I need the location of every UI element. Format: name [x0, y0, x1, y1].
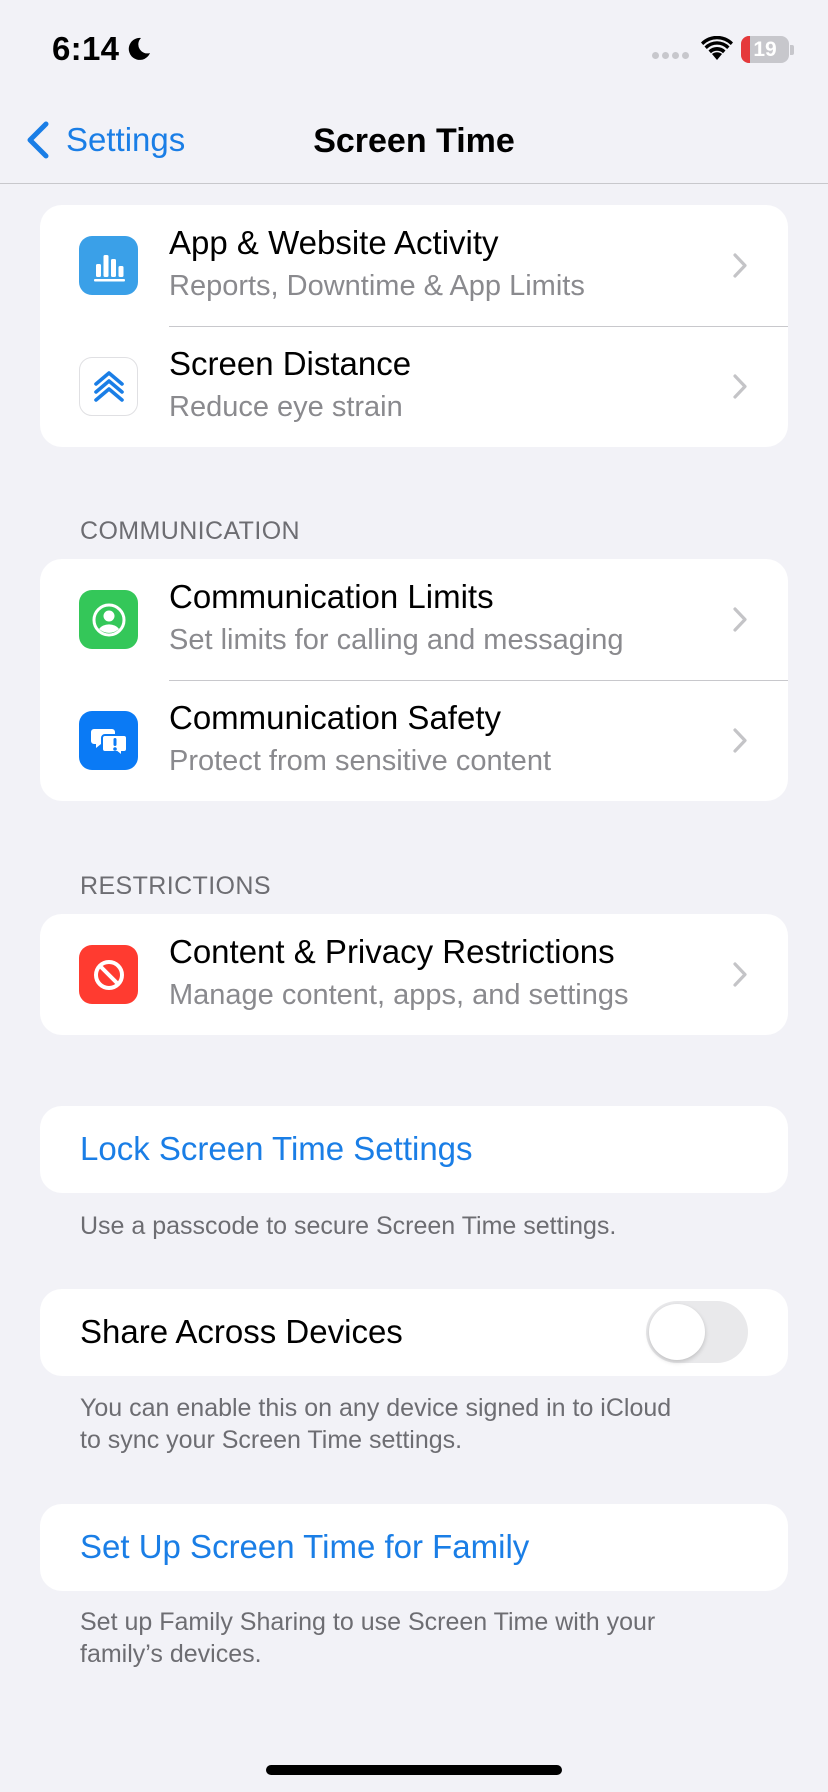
row-title: Communication Limits — [169, 578, 494, 615]
chevron-right-icon — [733, 374, 747, 399]
battery-percent: 19 — [753, 38, 777, 61]
row-title: Screen Distance — [169, 345, 412, 382]
row-subtitle: Reduce eye strain — [169, 391, 403, 423]
communication-group: Communication Limits Set limits for call… — [40, 559, 788, 801]
row-subtitle: Set limits for calling and messaging — [169, 624, 624, 656]
share-across-devices-label: Share Across Devices — [80, 1313, 403, 1350]
activity-group: App & Website Activity Reports, Downtime… — [40, 205, 788, 447]
status-time: 6:14 — [52, 30, 120, 67]
share-footnote: You can enable this on any device signed… — [80, 1392, 760, 1456]
chevron-right-icon — [733, 728, 747, 753]
wifi-icon — [701, 36, 733, 60]
row-subtitle: Reports, Downtime & App Limits — [169, 270, 585, 302]
row-divider — [169, 680, 788, 681]
status-bar: 6:14 19 — [0, 0, 828, 100]
share-group: Share Across Devices — [40, 1289, 788, 1376]
cellular-signal-icon — [652, 52, 689, 59]
section-header-communication: COMMUNICATION — [80, 517, 300, 545]
content-privacy-restrictions-row[interactable]: Content & Privacy Restrictions Manage co… — [40, 914, 788, 1035]
family-group: Set Up Screen Time for Family — [40, 1504, 788, 1591]
share-across-devices-toggle[interactable] — [646, 1301, 748, 1363]
restrictions-group: Content & Privacy Restrictions Manage co… — [40, 914, 788, 1035]
lock-screen-time-link[interactable]: Lock Screen Time Settings — [80, 1130, 473, 1168]
chat-bubbles-icon — [79, 711, 138, 770]
lock-screen-time-row[interactable]: Lock Screen Time Settings — [40, 1106, 788, 1193]
row-subtitle: Protect from sensitive content — [169, 745, 551, 777]
lock-group: Lock Screen Time Settings — [40, 1106, 788, 1193]
setup-family-row[interactable]: Set Up Screen Time for Family — [40, 1504, 788, 1591]
chevron-right-icon — [733, 962, 747, 987]
toggle-knob — [649, 1304, 705, 1360]
family-footnote: Set up Family Sharing to use Screen Time… — [80, 1606, 760, 1670]
family-footnote-line: Set up Family Sharing to use Screen Time… — [80, 1608, 656, 1636]
person-circle-icon — [79, 590, 138, 649]
battery-nub — [790, 45, 794, 55]
communication-limits-row[interactable]: Communication Limits Set limits for call… — [40, 559, 788, 680]
app-website-activity-row[interactable]: App & Website Activity Reports, Downtime… — [40, 205, 788, 326]
screen-distance-row[interactable]: Screen Distance Reduce eye strain — [40, 326, 788, 447]
communication-safety-row[interactable]: Communication Safety Protect from sensit… — [40, 680, 788, 801]
section-header-restrictions: RESTRICTIONS — [80, 872, 271, 900]
family-footnote-line: family’s devices. — [80, 1640, 262, 1668]
nav-bar: Settings Screen Time — [0, 100, 828, 184]
row-title: Communication Safety — [169, 699, 501, 736]
no-entry-icon — [79, 945, 138, 1004]
share-across-devices-row: Share Across Devices — [40, 1289, 788, 1376]
share-footnote-line: You can enable this on any device signed… — [80, 1394, 672, 1422]
chevrons-up-icon — [79, 357, 138, 416]
home-indicator[interactable] — [266, 1765, 562, 1775]
share-footnote-line: to sync your Screen Time settings. — [80, 1426, 463, 1454]
setup-family-link[interactable]: Set Up Screen Time for Family — [80, 1528, 529, 1566]
bar-chart-icon — [79, 236, 138, 295]
row-title: Content & Privacy Restrictions — [169, 933, 615, 970]
moon-icon — [128, 37, 150, 60]
page-title: Screen Time — [313, 122, 515, 160]
lock-footnote: Use a passcode to secure Screen Time set… — [80, 1212, 617, 1240]
chevron-right-icon — [733, 253, 747, 278]
chevron-right-icon — [733, 607, 747, 632]
row-title: App & Website Activity — [169, 224, 499, 261]
battery-icon: 19 — [741, 36, 789, 63]
row-subtitle: Manage content, apps, and settings — [169, 979, 629, 1011]
row-divider — [169, 326, 788, 327]
